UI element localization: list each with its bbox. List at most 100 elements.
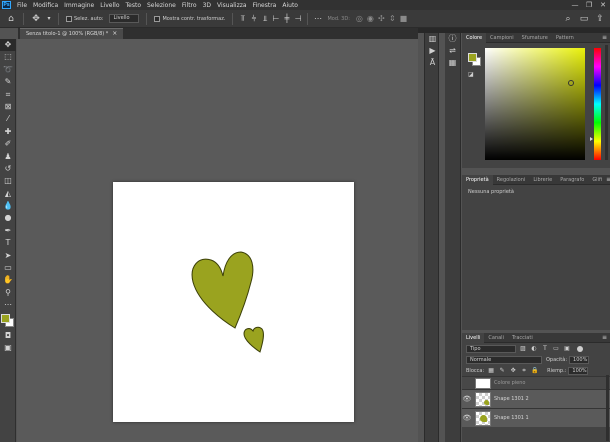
shape-tool-icon[interactable]: ▭ [0,262,16,274]
align-left-icon[interactable]: ⊢ [271,13,280,25]
history-brush-tool-icon[interactable]: ↺ [0,163,16,175]
more-options-icon[interactable]: ⋯ [313,13,322,25]
chevron-down-icon[interactable]: ▾ [46,13,52,25]
more-tools-icon[interactable]: ⋯ [0,299,16,311]
adjustments-icon[interactable]: ⇌ [445,45,460,57]
close-window-button[interactable]: ✕ [596,0,610,10]
align-bottom-icon[interactable]: ⫫ [260,13,269,25]
restore-button[interactable]: ❐ [582,0,596,10]
menu-edit[interactable]: Modifica [30,2,61,9]
auto-select-checkbox[interactable] [66,15,72,22]
canvas-workspace[interactable] [17,39,418,442]
hue-slider-marker[interactable] [590,137,593,141]
panel-menu-icon[interactable]: ≡ [606,176,610,183]
dodge-tool-icon[interactable]: ● [0,212,16,224]
quick-mask-icon[interactable]: ◘ [0,330,16,342]
visibility-eye-icon[interactable]: 👁 [462,395,472,403]
gradient-tool-icon[interactable]: ◭ [0,188,16,200]
tab-color[interactable]: Colore [462,32,487,43]
marquee-tool-icon[interactable]: ⬚ [0,51,16,63]
tab-properties[interactable]: Proprietà [462,174,493,185]
hue-slider[interactable] [594,48,601,160]
orbit-3d-icon[interactable]: ◎ [355,13,364,25]
menu-filter[interactable]: Filtro [179,2,200,9]
menu-type[interactable]: Testo [123,2,145,9]
character-icon[interactable]: Ā [425,57,440,69]
menu-window[interactable]: Finestra [250,2,280,9]
hand-tool-icon[interactable]: ✋ [0,274,16,286]
auto-select-dropdown[interactable]: Livello [109,14,140,23]
auto-select-option[interactable]: Selez. auto: [66,15,103,22]
menu-3d[interactable]: 3D [200,2,214,9]
healing-tool-icon[interactable]: ✚ [0,126,16,138]
search-icon[interactable]: ⌕ [562,13,574,25]
tab-patterns[interactable]: Pattern [552,33,578,43]
small-heart-shape[interactable] [243,326,264,353]
layer-name[interactable]: Shape 1301 1 [494,415,529,421]
crop-tool-icon[interactable]: ⌗ [0,89,16,101]
panel-menu-icon[interactable]: ≡ [602,34,607,41]
eyedropper-tool-icon[interactable]: ⁄ [0,113,16,125]
lock-artboard-icon[interactable]: ⌗ [520,367,528,375]
lock-brush-icon[interactable]: ✎ [498,367,506,375]
lasso-tool-icon[interactable]: ➰ [0,64,16,76]
opacity-field[interactable]: 100% [569,355,590,364]
tab-paths[interactable]: Tracciati [508,333,537,343]
filter-adjustment-icon[interactable]: ◐ [530,345,538,353]
tab-layers[interactable]: Livelli [462,332,485,343]
brush-tool-icon[interactable]: ✐ [0,138,16,150]
workspace-icon[interactable]: ▭ [578,13,590,25]
tab-channels[interactable]: Canali [484,333,508,343]
zoom-tool-icon[interactable]: ⚲ [0,287,16,299]
eraser-tool-icon[interactable]: ◫ [0,175,16,187]
history-icon[interactable]: ▥ [425,33,440,45]
fill-field[interactable]: 100% [568,366,589,375]
menu-image[interactable]: Immagine [61,2,97,9]
path-select-tool-icon[interactable]: ➤ [0,250,16,262]
layer-name[interactable]: Colore pieno [494,380,525,386]
filter-toggle[interactable] [577,345,583,352]
swap-colors-icon[interactable]: ◪ [468,71,475,78]
lock-move-icon[interactable]: ✥ [509,367,517,375]
screen-mode-icon[interactable]: ▣ [0,342,16,354]
layer-name[interactable]: Shape 1301 2 [494,396,529,402]
color-saturation-field[interactable] [485,48,585,160]
lock-transparency-icon[interactable]: ▦ [487,367,495,375]
filter-type-icon[interactable]: T [541,345,549,353]
layer-row[interactable]: 👁 Shape 1301 1 [462,408,610,427]
foreground-color-chip[interactable] [468,53,477,62]
swatches-icon[interactable]: ▦ [445,57,460,69]
menu-view[interactable]: Visualizza [214,2,250,9]
align-top-icon[interactable]: ⫪ [238,13,247,25]
blend-mode-select[interactable]: Normale [466,355,542,364]
pen-tool-icon[interactable]: ✒ [0,225,16,237]
layer-filter-select[interactable]: Tipo [466,344,516,353]
blur-tool-icon[interactable]: 💧 [0,200,16,212]
layers-scrollbar[interactable] [606,375,609,441]
menu-select[interactable]: Selezione [144,2,179,9]
filter-smart-icon[interactable]: ▣ [563,345,571,353]
layer-row[interactable]: 👁 Shape 1301 2 [462,389,610,408]
tab-libraries[interactable]: Librerie [529,175,556,185]
menu-help[interactable]: Aiuto [279,2,301,9]
type-tool-icon[interactable]: T [0,237,16,249]
minimize-button[interactable]: — [568,0,582,10]
document-canvas[interactable] [113,182,354,422]
info-icon[interactable]: ⓘ [445,33,460,45]
align-right-icon[interactable]: ⊣ [293,13,302,25]
align-vcenter-icon[interactable]: ⫩ [249,13,258,25]
slide-3d-icon[interactable]: ⇕ [388,13,397,25]
scale-3d-icon[interactable]: ■ [399,13,408,25]
move-tool-icon[interactable]: ✥ [30,13,42,25]
large-heart-shape[interactable] [191,251,254,329]
move-tool-icon[interactable]: ✥ [0,39,16,52]
roll-3d-icon[interactable]: ◉ [366,13,375,25]
color-panel-scrollbar[interactable] [605,45,608,160]
transform-controls-option[interactable]: Mostra contr. trasformaz. [154,15,225,22]
filter-shape-icon[interactable]: ▭ [552,345,560,353]
visibility-eye-icon[interactable]: 👁 [462,414,472,422]
tab-adjustments[interactable]: Regolazioni [493,175,530,185]
document-tab[interactable]: Senza titolo-1 @ 100% (RGB/8) * × [20,28,124,39]
layer-row[interactable]: Colore pieno [462,376,610,389]
stamp-tool-icon[interactable]: ♟ [0,151,16,163]
